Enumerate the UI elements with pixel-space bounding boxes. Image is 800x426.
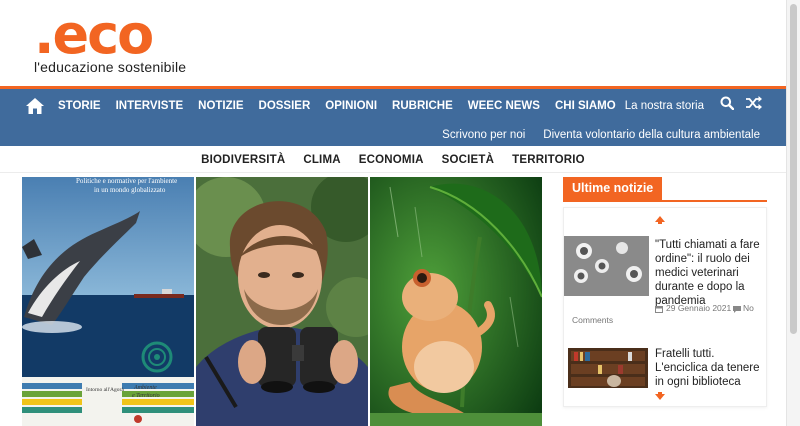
main-navbar: STORIE INTERVISTE NOTIZIE DOSSIER OPINIO… (0, 86, 786, 146)
nav-primary-row: STORIE INTERVISTE NOTIZIE DOSSIER OPINIO… (0, 89, 786, 122)
cover-text-line1: Politiche e normative per l'ambiente (76, 177, 178, 185)
page-scrollbar[interactable] (786, 0, 800, 426)
category-divider (0, 172, 786, 173)
news-thumbnail-virus[interactable] (564, 236, 649, 296)
cover-footer-right1: Ambiente (134, 385, 157, 391)
logo-tagline: l'educazione sostenibile (34, 59, 187, 75)
page: .eco l'educazione sostenibile STORIE INT… (0, 0, 800, 426)
news-title-1[interactable]: "Tutti chiamati a fare ordine": il ruolo… (655, 238, 763, 308)
news-comments-1[interactable]: No Comments (572, 302, 767, 326)
nav-secondary-row: Scrivono per noi Diventa volontario dell… (442, 122, 760, 148)
nav-link-volontario[interactable]: Diventa volontario della cultura ambient… (543, 129, 760, 141)
home-icon[interactable] (26, 97, 46, 115)
portrait-image (196, 177, 368, 426)
shuffle-icon[interactable] (746, 96, 762, 115)
category-biodiversita[interactable]: BIODIVERSITÀ (201, 154, 285, 166)
logo-mark: .eco (34, 3, 154, 66)
cover-text-line2: in un mondo globalizzato (94, 186, 166, 194)
category-bar: BIODIVERSITÀ CLIMA ECONOMIA SOCIETÀ TERR… (0, 148, 786, 172)
sidebar-header: Ultime notizie (563, 177, 767, 202)
category-societa[interactable]: SOCIETÀ (442, 154, 495, 166)
cover-footer-right2: e Territorio (132, 393, 160, 399)
nav-link-scrivono[interactable]: Scrivono per noi (442, 129, 525, 141)
arrow-down-icon[interactable] (655, 392, 665, 403)
slider-item-frog[interactable] (370, 177, 542, 426)
nav-item-dossier[interactable]: DOSSIER (259, 100, 311, 112)
sidebar-title: Ultime notizie (563, 177, 663, 200)
slider-item-portrait[interactable] (196, 177, 368, 426)
nav-item-interviste[interactable]: INTERVISTE (116, 100, 184, 112)
site-logo[interactable]: .eco l'educazione sostenibile (34, 3, 187, 76)
nav-item-rubriche[interactable]: RUBRICHE (392, 100, 453, 112)
news-title-2[interactable]: Fratelli tutti. L'enciclica da tenere in… (655, 347, 763, 389)
nav-item-chi-siamo[interactable]: CHI SIAMO (555, 100, 616, 112)
arrow-up-icon[interactable] (655, 216, 665, 227)
category-economia[interactable]: ECONOMIA (359, 154, 424, 166)
nav-story-link[interactable]: La nostra storia (625, 100, 704, 112)
slider-item-book-cover[interactable]: Politiche e normative per l'ambiente in … (22, 177, 194, 426)
scrollbar-thumb[interactable] (790, 4, 797, 334)
latest-news-widget: "Tutti chiamati a fare ordine": il ruolo… (563, 207, 767, 407)
nav-item-storie[interactable]: STORIE (58, 100, 101, 112)
category-clima[interactable]: CLIMA (303, 154, 340, 166)
nav-item-opinioni[interactable]: OPINIONI (325, 100, 377, 112)
cover-footer-left: Intorno all'Agorà (86, 387, 124, 393)
category-territorio[interactable]: TERRITORIO (512, 154, 585, 166)
news-thumbnail-library[interactable] (568, 348, 648, 388)
search-icon[interactable] (720, 96, 735, 115)
frog-image (370, 177, 542, 426)
nav-item-notizie[interactable]: NOTIZIE (198, 100, 243, 112)
nav-item-weec-news[interactable]: WEEC NEWS (468, 100, 540, 112)
nav-right-tools: La nostra storia (625, 89, 762, 122)
